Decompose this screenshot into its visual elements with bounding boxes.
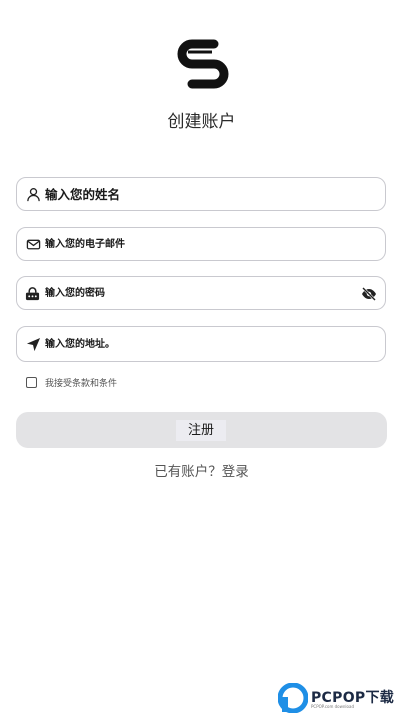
eye-off-icon[interactable] bbox=[361, 286, 377, 302]
address-input[interactable]: 输入您的地址。 bbox=[16, 326, 386, 362]
password-placeholder: 输入您的密码 bbox=[45, 288, 105, 299]
terms-label: 我接受条款和条件 bbox=[45, 378, 118, 389]
email-input[interactable]: 输入您的电子邮件 bbox=[16, 227, 386, 261]
watermark-sub: PCPOP.com download bbox=[311, 704, 354, 709]
user-icon bbox=[27, 188, 40, 202]
app-logo-icon bbox=[177, 39, 229, 89]
pcpop-watermark: PCPOP下载 PCPOP.com download bbox=[278, 683, 400, 715]
email-placeholder: 输入您的电子邮件 bbox=[45, 239, 125, 250]
login-link[interactable]: 已有账户？登录 bbox=[0, 460, 403, 480]
register-button-label[interactable]: 注册 bbox=[176, 420, 226, 441]
pcpop-logo-icon bbox=[278, 683, 308, 713]
address-placeholder: 输入您的地址。 bbox=[45, 339, 115, 350]
password-input[interactable]: 输入您的密码 bbox=[16, 276, 386, 310]
name-input[interactable]: 输入您的姓名 bbox=[16, 177, 386, 211]
mail-icon bbox=[26, 239, 41, 250]
create-account-screen: 创建账户 输入您的姓名 输入您的电子邮件 输入您的密码 输入您的地址。 我接受条… bbox=[0, 0, 403, 720]
terms-row[interactable]: 我接受条款和条件 bbox=[26, 375, 117, 389]
name-placeholder: 输入您的姓名 bbox=[45, 187, 121, 202]
terms-checkbox[interactable] bbox=[26, 376, 37, 388]
page-title: 创建账户 bbox=[167, 112, 236, 132]
lock-icon bbox=[25, 287, 40, 301]
location-arrow-icon bbox=[26, 337, 41, 352]
